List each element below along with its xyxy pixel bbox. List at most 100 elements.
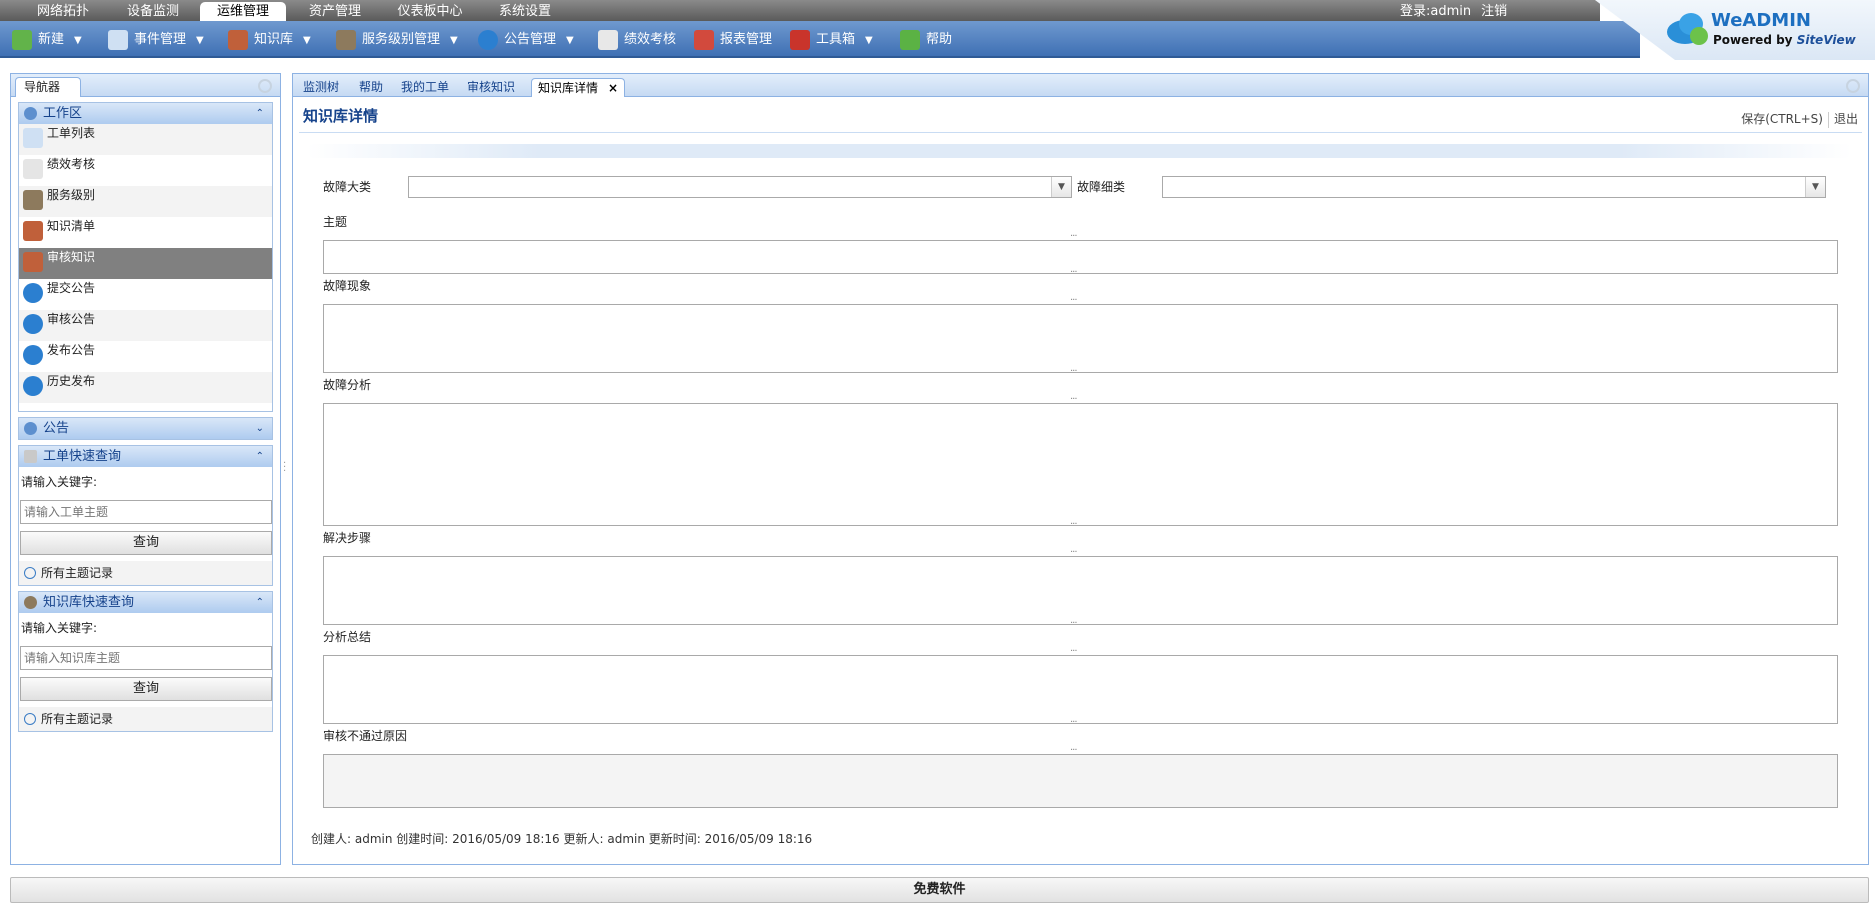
login-area: 登录:admin 注销 bbox=[1400, 2, 1517, 21]
chevron-down-icon: ▼ bbox=[865, 35, 873, 46]
sidebar-item-history[interactable]: 历史发布 bbox=[19, 372, 272, 403]
steps-label: 解决步骤 bbox=[323, 531, 372, 545]
resize-grip[interactable]: ··· bbox=[1070, 619, 1077, 629]
logo-name: WeADMIN bbox=[1711, 10, 1811, 31]
tab-my-tickets[interactable]: 我的工单 bbox=[395, 78, 455, 97]
login-user: 登录:admin bbox=[1400, 4, 1472, 19]
summary-textarea[interactable] bbox=[323, 655, 1838, 724]
page-actions: 保存(CTRL+S) 退出 bbox=[1741, 110, 1858, 128]
resize-grip[interactable]: ··· bbox=[1070, 367, 1077, 377]
nav-tab-assets[interactable]: 资产管理 bbox=[298, 2, 372, 21]
tab-help[interactable]: 帮助 bbox=[353, 78, 389, 97]
reject-reason-textarea bbox=[323, 754, 1838, 808]
analysis-label: 故障分析 bbox=[323, 378, 372, 392]
ticket-query-button[interactable]: 查询 bbox=[20, 531, 272, 555]
info-icon bbox=[478, 29, 498, 50]
collapse-icon: ⌃ bbox=[255, 108, 264, 119]
nav-tab-ops[interactable]: 运维管理 bbox=[200, 2, 286, 21]
toolbar-toolbox[interactable]: 工具箱 ▼ bbox=[790, 21, 873, 58]
sidebar-item-service-level[interactable]: 服务级别 bbox=[19, 186, 272, 217]
subcategory-select[interactable]: ▼ bbox=[1162, 176, 1826, 198]
ticket-all-records[interactable]: 所有主题记录 bbox=[19, 561, 272, 585]
sidebar-item-performance[interactable]: 绩效考核 bbox=[19, 155, 272, 186]
clock-icon bbox=[24, 713, 36, 725]
category-select[interactable]: ▼ bbox=[408, 176, 1072, 198]
subject-input[interactable] bbox=[323, 240, 1838, 274]
save-button[interactable]: 保存(CTRL+S) bbox=[1741, 112, 1823, 126]
sidebar-item-review-notice[interactable]: 审核公告 bbox=[19, 310, 272, 341]
tab-knowledge-detail[interactable]: 知识库详情 × bbox=[531, 78, 626, 97]
tab-review-knowledge[interactable]: 审核知识 bbox=[461, 78, 521, 97]
chevron-down-icon: ▼ bbox=[303, 35, 311, 46]
resize-grip[interactable]: ··· bbox=[1070, 268, 1077, 278]
nav-tab-settings[interactable]: 系统设置 bbox=[488, 2, 562, 21]
notice-panel: 公告 ⌄ bbox=[18, 417, 273, 440]
main-tabs: 监测树 帮助 我的工单 审核知识 知识库详情 × bbox=[293, 74, 1868, 97]
navigator-tab[interactable]: 导航器 bbox=[15, 77, 81, 97]
workarea-header[interactable]: 工作区 ⌃ bbox=[19, 103, 272, 124]
sidebar-item-knowledge-list[interactable]: 知识清单 bbox=[19, 217, 272, 248]
toolbar: 新建 ▼ 事件管理 ▼ 知识库 ▼ 服务级别管理 ▼ 公告管理 ▼ 绩效考核 报表管理 工… bbox=[0, 21, 1640, 58]
resize-grip[interactable]: ··· bbox=[1070, 718, 1077, 728]
steps-textarea[interactable] bbox=[323, 556, 1838, 625]
toolbar-service-level[interactable]: 服务级别管理 ▼ bbox=[336, 21, 458, 58]
review-notice-icon bbox=[23, 314, 43, 334]
nav-tab-dashboard[interactable]: 仪表板中心 bbox=[388, 2, 472, 21]
service-level-icon bbox=[23, 190, 43, 210]
sidebar: 导航器 工作区 ⌃ 工单列表 绩效考核 服务级别 知识清单 审核知识 提交公告 审… bbox=[10, 73, 281, 865]
phenomenon-textarea[interactable] bbox=[323, 304, 1838, 373]
kb-search-input[interactable] bbox=[20, 646, 272, 670]
main-panel: 监测树 帮助 我的工单 审核知识 知识库详情 × 知识库详情 保存(CTRL+S)… bbox=[292, 73, 1869, 865]
event-icon bbox=[108, 29, 128, 50]
toolbar-help[interactable]: 帮助 bbox=[900, 21, 952, 58]
phenomenon-label: 故障现象 bbox=[323, 279, 372, 293]
reject-reason-label: 审核不通过原因 bbox=[323, 729, 408, 743]
toolbar-knowledge[interactable]: 知识库 ▼ bbox=[228, 21, 311, 58]
top-bar: 网络拓扑 设备监测 运维管理 资产管理 仪表板中心 系统设置 登录:admin 注… bbox=[0, 0, 1875, 60]
expand-icon: ⌄ bbox=[255, 423, 264, 434]
tab-monitor-tree[interactable]: 监测树 bbox=[297, 78, 345, 97]
kb-search-icon bbox=[24, 596, 37, 609]
toolbar-notice[interactable]: 公告管理 ▼ bbox=[478, 21, 574, 58]
search-doc-icon bbox=[24, 450, 37, 463]
gear-icon[interactable] bbox=[258, 79, 272, 93]
workarea-panel: 工作区 ⌃ 工单列表 绩效考核 服务级别 知识清单 审核知识 提交公告 审核公告 … bbox=[18, 102, 273, 412]
kb-all-records[interactable]: 所有主题记录 bbox=[19, 707, 272, 731]
notice-header[interactable]: 公告 ⌄ bbox=[19, 418, 272, 439]
new-icon bbox=[12, 29, 32, 50]
analysis-textarea[interactable] bbox=[323, 403, 1838, 526]
kb-query-button[interactable]: 查询 bbox=[20, 677, 272, 701]
exit-button[interactable]: 退出 bbox=[1834, 112, 1858, 126]
toolbar-performance[interactable]: 绩效考核 bbox=[598, 21, 676, 58]
sidebar-item-ticket-list[interactable]: 工单列表 bbox=[19, 124, 272, 155]
ticket-list-icon bbox=[23, 128, 43, 148]
subcategory-label: 故障细类 bbox=[1077, 180, 1126, 194]
ticket-search-input[interactable] bbox=[20, 500, 272, 524]
sidebar-item-submit-notice[interactable]: 提交公告 bbox=[19, 279, 272, 310]
toolbar-event[interactable]: 事件管理 ▼ bbox=[108, 21, 204, 58]
sidebar-item-review-knowledge[interactable]: 审核知识 bbox=[19, 248, 272, 279]
help-icon bbox=[900, 29, 920, 50]
chevron-down-icon: ▼ bbox=[566, 35, 574, 46]
record-meta: 创建人: admin 创建时间: 2016/05/09 18:16 更新人: a… bbox=[311, 832, 813, 846]
page-title: 知识库详情 bbox=[303, 107, 379, 125]
nav-tab-topology[interactable]: 网络拓扑 bbox=[26, 2, 100, 21]
gear-icon[interactable] bbox=[1846, 79, 1860, 93]
resize-grip[interactable]: ··· bbox=[1070, 520, 1077, 530]
kb-query-header[interactable]: 知识库快速查询 ⌃ bbox=[19, 592, 272, 613]
close-icon[interactable]: × bbox=[608, 81, 618, 95]
ticket-query-header[interactable]: 工单快速查询 ⌃ bbox=[19, 446, 272, 467]
toolbar-new[interactable]: 新建 ▼ bbox=[12, 21, 82, 58]
toolbar-report[interactable]: 报表管理 bbox=[694, 21, 772, 58]
info-icon bbox=[24, 422, 37, 435]
service-level-icon bbox=[336, 29, 356, 50]
submit-notice-icon bbox=[23, 283, 43, 303]
splitter-handle[interactable]: · · · bbox=[283, 459, 286, 477]
history-icon bbox=[23, 376, 43, 396]
logout-link[interactable]: 注销 bbox=[1481, 4, 1507, 19]
toolbox-icon bbox=[790, 29, 810, 50]
chevron-down-icon: ▼ bbox=[196, 35, 204, 46]
review-knowledge-icon bbox=[23, 252, 43, 272]
nav-tab-device-monitor[interactable]: 设备监测 bbox=[116, 2, 190, 21]
sidebar-item-publish-notice[interactable]: 发布公告 bbox=[19, 341, 272, 372]
